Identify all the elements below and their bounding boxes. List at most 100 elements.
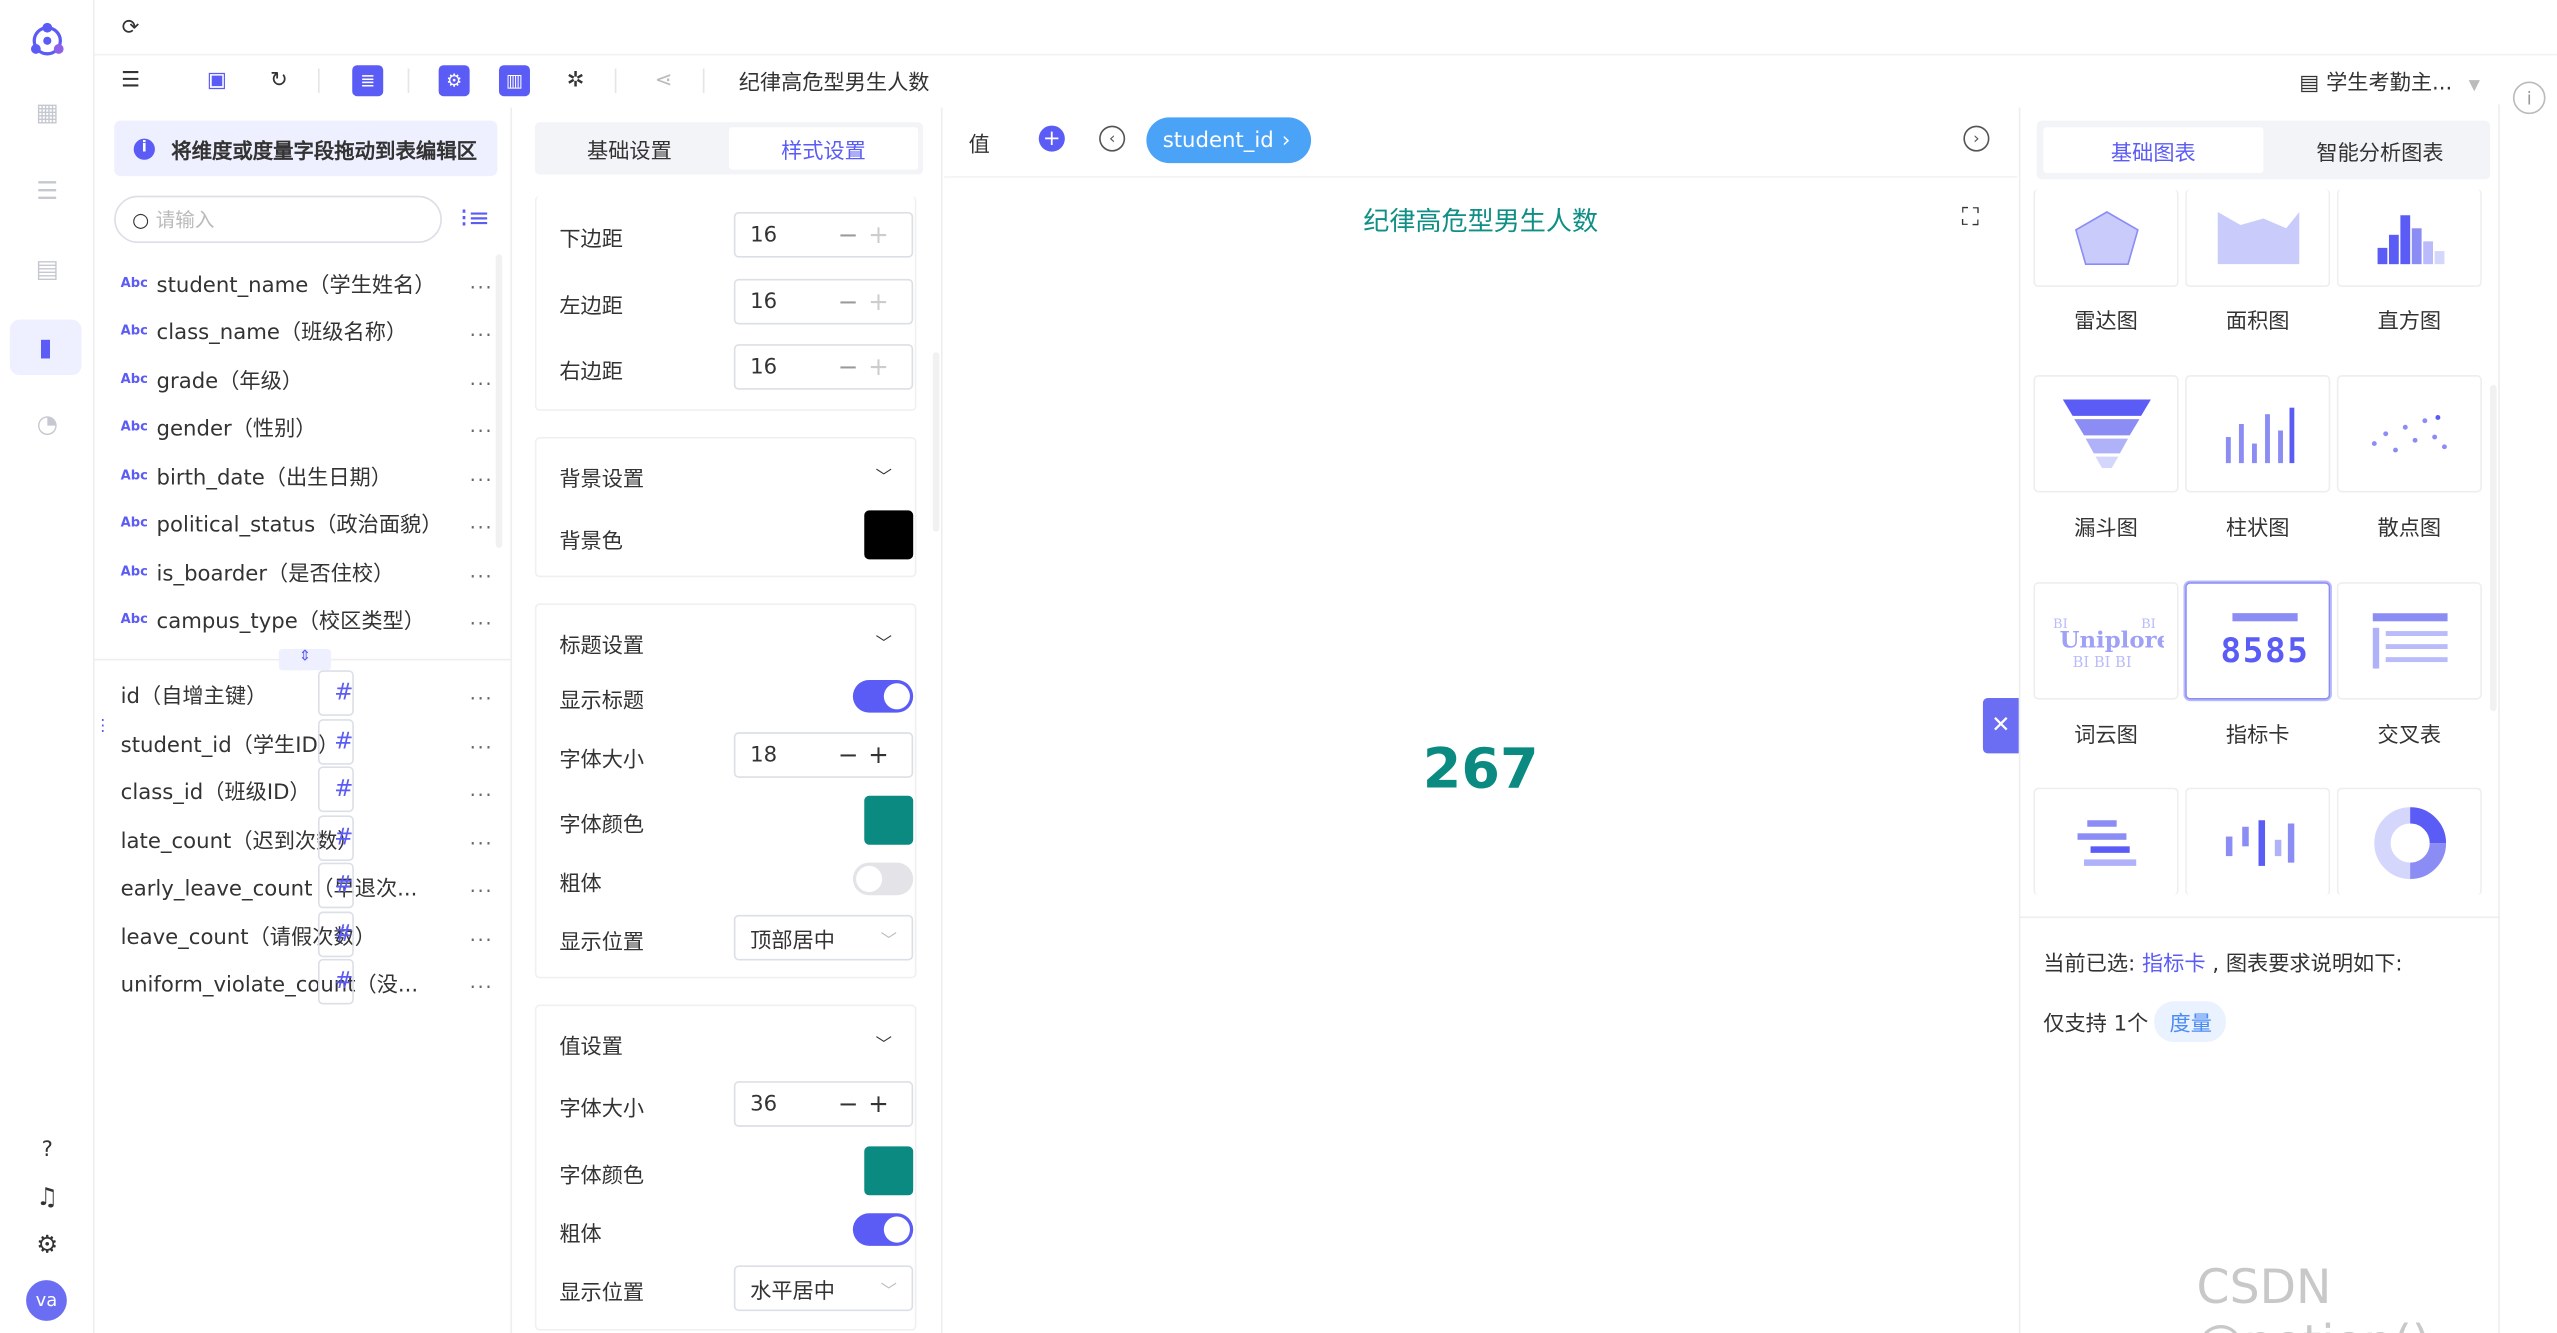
scrollbar[interactable] [932, 352, 940, 532]
field-search-input[interactable]: ○ 请输入 [114, 195, 442, 243]
value-font-color-swatch[interactable] [864, 1146, 914, 1196]
dashboard-icon[interactable]: ▦ [23, 88, 72, 137]
more-icon[interactable]: ... [470, 271, 499, 294]
more-icon[interactable]: ... [470, 607, 499, 630]
share-icon[interactable]: ⋖ [647, 64, 680, 97]
margin-right-input[interactable]: 16 −+ [733, 344, 914, 390]
save-icon[interactable]: ▣ [201, 64, 234, 97]
bar-chart-tile[interactable] [2185, 375, 2331, 493]
donut-chart-tile[interactable] [2336, 787, 2482, 896]
show-title-toggle[interactable] [852, 680, 914, 713]
field-item[interactable]: Abc birth_date（出生日期）... [121, 457, 499, 493]
field-pill[interactable]: student_id › [1146, 117, 1312, 164]
waterfall-chart-tile[interactable] [2185, 787, 2331, 896]
title-font-size-input[interactable]: 18 −+ [733, 732, 914, 778]
filter-panel-icon[interactable]: ⚙ [438, 65, 470, 97]
field-item[interactable]: Abc student_name（学生姓名）... [121, 264, 499, 300]
chart-folder-icon[interactable]: ▮ [9, 319, 82, 376]
more-icon[interactable]: ... [470, 559, 499, 582]
panel-drag-icon[interactable]: ⋮ [95, 718, 111, 747]
avatar[interactable]: va [26, 1280, 67, 1321]
area-chart-tile[interactable] [2185, 189, 2331, 288]
more-icon[interactable]: ... [470, 367, 499, 390]
stepper-icon[interactable]: −+ [838, 740, 899, 769]
value-bold-toggle[interactable] [852, 1213, 914, 1246]
more-icon[interactable]: ... [470, 970, 499, 993]
bell-icon[interactable]: ♫ [23, 1172, 72, 1221]
tab-basic-charts[interactable]: 基础图表 [2043, 127, 2264, 173]
field-item[interactable]: Abc campus_type（校区类型）... [121, 600, 499, 636]
field-item[interactable]: # class_id（班级ID）... [121, 766, 499, 813]
field-item[interactable]: Abc grade（年级）... [121, 360, 499, 396]
stepper-icon[interactable]: −+ [838, 1089, 899, 1118]
database-icon[interactable]: ☰ [23, 166, 72, 215]
horizontal-bar-chart-tile[interactable] [2033, 787, 2179, 896]
field-item[interactable]: # early_leave_count（早退次...... [121, 862, 499, 909]
title-font-color-swatch[interactable] [864, 795, 914, 845]
chart-panel-icon[interactable]: ▥ [498, 65, 530, 97]
field-item[interactable]: # student_id（学生ID）... [121, 719, 499, 765]
add-field-icon[interactable]: ⁝≡ [460, 202, 490, 233]
field-item[interactable]: Abc political_status（政治面貌）... [121, 504, 499, 540]
cross-table-tile[interactable] [2336, 582, 2482, 700]
forward-icon[interactable]: › [1963, 125, 1990, 152]
close-icon[interactable]: ✕ [1982, 697, 2019, 754]
title-bold-toggle[interactable] [852, 862, 914, 896]
field-item[interactable]: # leave_count（请假次数）... [121, 911, 499, 958]
histogram-tile[interactable] [2336, 189, 2482, 288]
chevron-down-icon[interactable]: ﹀ [876, 1031, 892, 1055]
info-icon[interactable]: i [2512, 81, 2546, 115]
field-item[interactable]: Abc is_boarder（是否住校）... [121, 553, 499, 589]
reload-icon[interactable]: ↻ [263, 64, 296, 97]
more-icon[interactable]: ... [470, 778, 499, 801]
more-icon[interactable]: ... [470, 682, 499, 705]
more-icon[interactable]: ... [470, 414, 499, 437]
radar-chart-tile[interactable] [2033, 189, 2179, 288]
selected-chart-link[interactable]: 指标卡 [2142, 952, 2206, 976]
more-icon[interactable]: ... [470, 923, 499, 946]
stepper-icon[interactable]: −+ [838, 352, 899, 381]
tab-basic-settings[interactable]: 基础设置 [535, 122, 724, 174]
funnel-chart-tile[interactable] [2033, 375, 2179, 493]
more-icon[interactable]: ... [470, 874, 499, 897]
kpi-card-tile[interactable]: 8585 [2185, 582, 2331, 700]
stepper-icon[interactable]: −+ [838, 220, 899, 249]
margin-left-input[interactable]: 16 −+ [733, 278, 914, 325]
back-icon[interactable]: ‹ [1099, 125, 1126, 152]
field-item[interactable]: # late_count（迟到次数）... [121, 815, 499, 862]
fullscreen-icon[interactable]: ⛶ [1962, 202, 1979, 231]
project-selector[interactable]: ▤ 学生考勤主... ▼ [2299, 65, 2480, 96]
settings-icon[interactable]: ⚙ [23, 1220, 72, 1269]
more-icon[interactable]: ... [470, 510, 499, 533]
resize-handle-icon[interactable]: ⇕ [278, 649, 332, 671]
refresh-icon[interactable]: ⟳ [114, 11, 147, 44]
scatter-chart-tile[interactable] [2336, 375, 2482, 493]
margin-bottom-input[interactable]: 16 −+ [733, 211, 914, 258]
more-icon[interactable]: ... [470, 827, 499, 850]
chevron-down-icon[interactable]: ﹀ [876, 463, 892, 488]
monitor-icon[interactable]: ◔ [23, 400, 72, 449]
chevron-down-icon[interactable]: ﹀ [876, 629, 892, 654]
tab-smart-charts[interactable]: 智能分析图表 [2270, 121, 2490, 180]
add-field-icon[interactable]: + [1038, 125, 1065, 152]
field-item[interactable]: # id（自增主键）... [121, 670, 499, 716]
word-cloud-tile[interactable]: Uniplore BI BI BI BI BI [2033, 582, 2179, 700]
background-color-swatch[interactable] [864, 510, 914, 560]
dataset-icon[interactable]: ▤ [23, 245, 72, 294]
field-item[interactable]: Abc gender（性别）... [121, 408, 499, 444]
scrollbar[interactable] [2490, 384, 2497, 711]
value-font-size-input[interactable]: 36 −+ [733, 1081, 914, 1127]
more-icon[interactable]: ... [470, 318, 499, 341]
stepper-icon[interactable]: −+ [838, 287, 899, 316]
gear-icon[interactable]: ✲ [559, 64, 592, 97]
title-position-select[interactable]: 顶部居中 ﹀ [733, 914, 914, 961]
tab-style-settings[interactable]: 样式设置 [728, 127, 919, 170]
collapse-icon[interactable]: ☰ [114, 64, 147, 97]
help-icon[interactable]: ? [23, 1125, 72, 1174]
field-item[interactable]: Abc class_name（班级名称）... [121, 311, 499, 347]
more-icon[interactable]: ... [470, 463, 499, 486]
value-position-select[interactable]: 水平居中 ﹀ [733, 1265, 914, 1312]
table-view-icon[interactable]: ≣ [352, 65, 384, 97]
more-icon[interactable]: ... [470, 731, 499, 754]
field-item[interactable]: # uniform_violate_count（没...... [121, 958, 499, 1005]
